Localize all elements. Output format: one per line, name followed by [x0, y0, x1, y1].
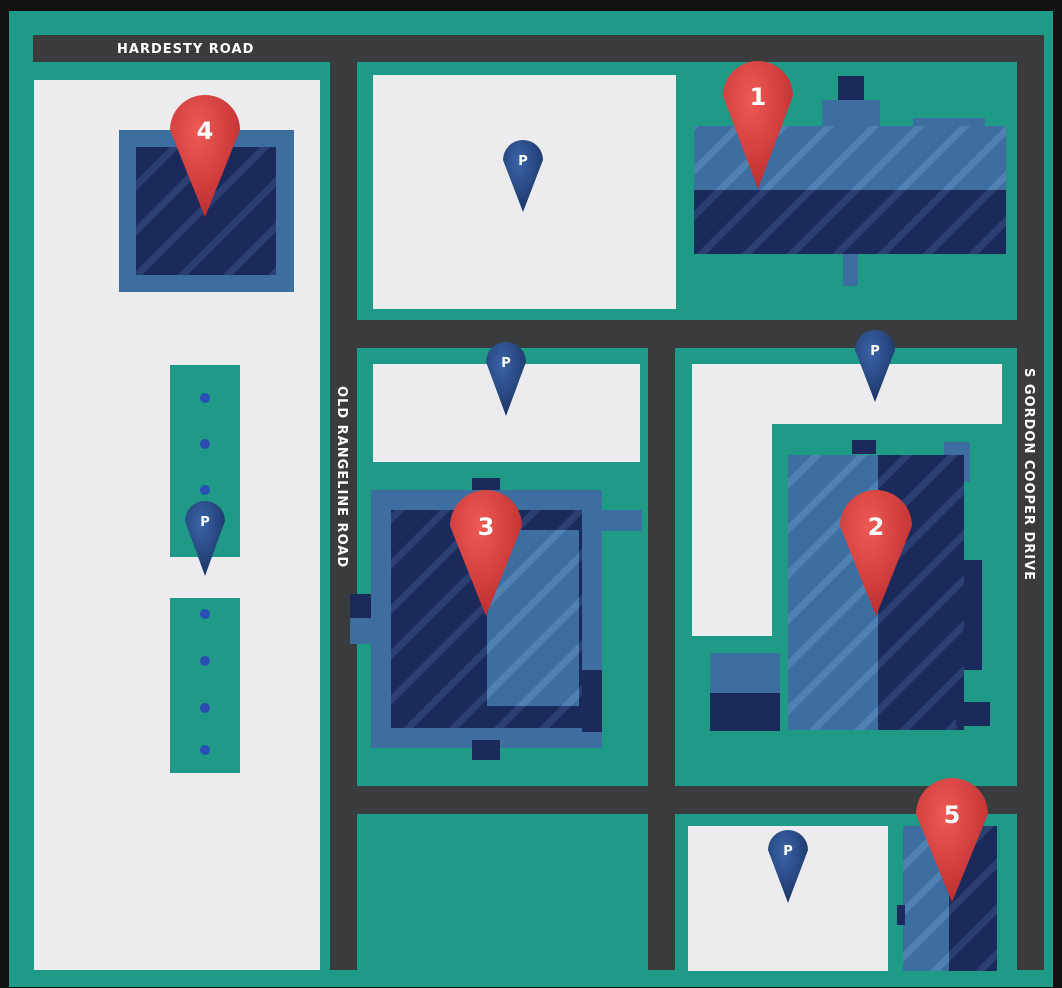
tree	[200, 439, 210, 449]
tree	[200, 656, 210, 666]
road-middle-horizontal	[330, 320, 1030, 348]
svg-text:P: P	[200, 515, 210, 530]
tree	[200, 609, 210, 619]
svg-text:P: P	[870, 344, 880, 359]
road-center-vertical	[648, 320, 675, 970]
road-label-gordon-cooper: S GORDON COOPER DRIVE	[1021, 368, 1036, 581]
svg-text:3: 3	[478, 513, 495, 541]
svg-text:P: P	[783, 844, 793, 859]
svg-text:1: 1	[750, 83, 767, 111]
svg-text:5: 5	[944, 801, 961, 829]
road-label-old-rangeline: OLD RANGELINE ROAD	[334, 386, 349, 568]
svg-text:P: P	[501, 356, 511, 371]
road-label-hardesty: HARDESTY ROAD	[117, 42, 254, 57]
svg-text:P: P	[518, 154, 528, 169]
tree	[200, 393, 210, 403]
tree	[200, 745, 210, 755]
campus-map: HARDESTY ROAD OLD RANGELINE ROAD S GORDO…	[0, 0, 1062, 988]
parking-island-south	[170, 598, 240, 773]
tree	[200, 485, 210, 495]
tree	[200, 703, 210, 713]
svg-text:2: 2	[868, 513, 885, 541]
svg-text:4: 4	[197, 117, 214, 145]
